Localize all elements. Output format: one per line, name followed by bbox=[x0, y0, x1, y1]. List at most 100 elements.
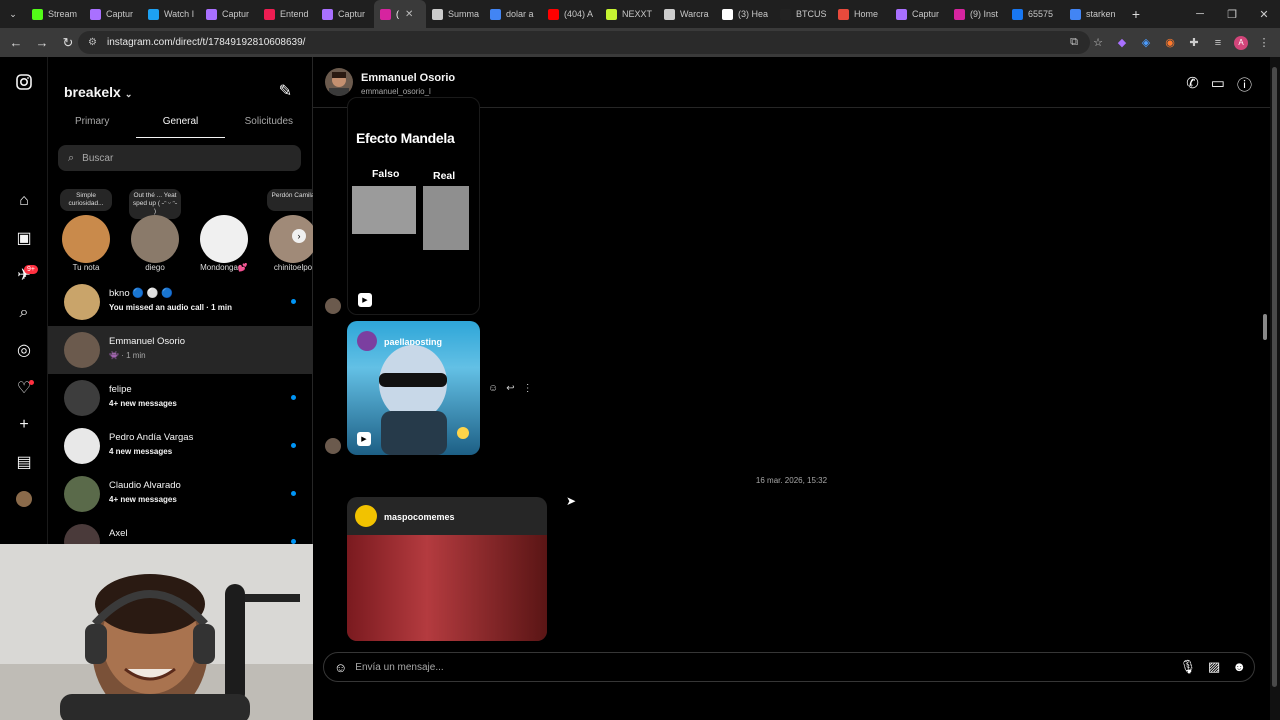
url-text: instagram.com/direct/t/17849192810608639… bbox=[106, 37, 306, 48]
browser-tab[interactable]: Entend bbox=[258, 0, 316, 28]
browser-tab[interactable]: NEXXT bbox=[600, 0, 658, 28]
conversation-preview: 4 new messages bbox=[109, 447, 173, 456]
account-switcher[interactable]: breakelx ⌄ bbox=[64, 84, 132, 100]
tab-label: Warcra bbox=[680, 9, 709, 19]
reply-icon[interactable]: ↩ bbox=[506, 383, 514, 394]
home-icon[interactable]: ⌂ bbox=[14, 191, 34, 211]
media-control-icon[interactable]: ≡ bbox=[1210, 35, 1226, 51]
browser-tab[interactable]: (3) Hea bbox=[716, 0, 774, 28]
shared-post-maspocomemes[interactable]: maspocomemes bbox=[347, 497, 547, 641]
message-input[interactable]: Envía un mensaje... bbox=[355, 662, 443, 673]
info-icon[interactable]: ⓘ bbox=[1237, 74, 1252, 95]
profile-avatar[interactable]: A bbox=[1234, 35, 1248, 50]
browser-tab[interactable]: dolar a bbox=[484, 0, 542, 28]
window-controls: ─ ❐ ✕ bbox=[1184, 0, 1280, 28]
browser-toolbar: ← → ↻ ⚙ instagram.com/direct/t/178491928… bbox=[0, 28, 1280, 57]
browser-tab[interactable]: BTCUS bbox=[774, 0, 832, 28]
post-owner-name: maspocomemes bbox=[384, 512, 455, 522]
tab-label: starken bbox=[1086, 9, 1116, 19]
reels-icon[interactable]: ▣ bbox=[14, 228, 34, 248]
browser-tab[interactable]: (404) A bbox=[542, 0, 600, 28]
instagram-logo-icon[interactable] bbox=[14, 72, 34, 92]
browser-tab[interactable]: Home bbox=[832, 0, 890, 28]
unread-dot bbox=[291, 299, 296, 304]
shared-reel-mandela[interactable]: Efecto Mandela Falso Real ▶ bbox=[347, 97, 480, 315]
contact-name[interactable]: Emmanuel Osorio bbox=[361, 72, 455, 84]
message-composer[interactable]: ☺ Envía un mensaje... 🎙 ▨ ☻ bbox=[323, 652, 1255, 682]
emoji-icon[interactable]: ☺ bbox=[334, 660, 347, 675]
sticker-icon[interactable]: ☻ bbox=[1232, 659, 1246, 675]
tab-search-icon[interactable]: ⌄ bbox=[4, 2, 22, 26]
browser-tab[interactable]: Captur bbox=[84, 0, 142, 28]
search-icon[interactable]: ⌕ bbox=[14, 303, 34, 323]
browser-tab[interactable]: Watch I bbox=[142, 0, 200, 28]
explore-icon[interactable]: ◎ bbox=[14, 340, 34, 360]
microphone-icon[interactable]: 🎙 bbox=[1180, 659, 1197, 675]
browser-tab[interactable]: Captur bbox=[200, 0, 258, 28]
phone-icon[interactable]: ✆ bbox=[1186, 74, 1199, 95]
minimize-icon[interactable]: ─ bbox=[1184, 0, 1216, 28]
more-options-icon[interactable]: ⋮ bbox=[523, 383, 533, 394]
tab-favicon-icon bbox=[90, 8, 101, 20]
install-icon[interactable]: ⧉ bbox=[1066, 35, 1082, 51]
tab-label: BTCUS bbox=[796, 9, 827, 19]
tab-favicon-icon bbox=[432, 8, 443, 20]
extension-blue-icon[interactable]: ◈ bbox=[1138, 35, 1154, 51]
extension-orange-icon[interactable]: ◉ bbox=[1162, 35, 1178, 51]
extension-purple-icon[interactable]: ◆ bbox=[1114, 35, 1130, 51]
note-name: Mondonga💕 bbox=[200, 263, 248, 272]
tab-label: (9) Inst bbox=[970, 9, 999, 19]
close-window-icon[interactable]: ✕ bbox=[1248, 0, 1280, 28]
post-image bbox=[347, 535, 547, 641]
conversation-item[interactable]: Emmanuel Osorio 👾 · 1 min bbox=[48, 326, 313, 374]
close-tab-icon[interactable]: ✕ bbox=[405, 9, 413, 20]
address-bar[interactable]: ⚙ instagram.com/direct/t/178491928106086… bbox=[78, 31, 1090, 54]
dashboard-icon[interactable]: ▤ bbox=[14, 452, 34, 472]
tab-requests[interactable]: Solicitudes bbox=[225, 112, 313, 138]
browser-tab[interactable]: Stream bbox=[26, 0, 84, 28]
tab-general[interactable]: General bbox=[136, 112, 225, 138]
new-tab-button[interactable]: + bbox=[1124, 2, 1148, 26]
maximize-icon[interactable]: ❐ bbox=[1216, 0, 1248, 28]
conversation-item[interactable]: Claudio Alvarado 4+ new messages bbox=[48, 470, 313, 518]
forward-icon[interactable]: → bbox=[30, 31, 54, 55]
browser-tab[interactable]: Captur bbox=[890, 0, 948, 28]
browser-tab[interactable]: starken bbox=[1064, 0, 1122, 28]
page-scrollbar[interactable] bbox=[1270, 57, 1280, 720]
browser-tab[interactable]: (9) Inst bbox=[948, 0, 1006, 28]
back-icon[interactable]: ← bbox=[4, 31, 28, 55]
image-icon[interactable]: ▨ bbox=[1208, 659, 1220, 675]
new-message-icon[interactable]: ✎ bbox=[279, 81, 292, 101]
conversation-preview: 👾 · 1 min bbox=[109, 351, 146, 360]
browser-tab[interactable]: Summa bbox=[426, 0, 484, 28]
bookmark-star-icon[interactable]: ☆ bbox=[1090, 35, 1106, 51]
browser-tab[interactable]: 65575 bbox=[1006, 0, 1064, 28]
tab-favicon-icon bbox=[780, 8, 791, 20]
conversation-item[interactable]: Pedro Andía Vargas 4 new messages bbox=[48, 422, 313, 470]
chat-scrollbar[interactable] bbox=[1261, 109, 1269, 639]
browser-menu-icon[interactable]: ⋮ bbox=[1256, 35, 1272, 51]
contact-avatar[interactable] bbox=[325, 68, 353, 96]
create-icon[interactable]: + bbox=[14, 415, 34, 435]
browser-tab[interactable]: Warcra bbox=[658, 0, 716, 28]
shared-reel-paellaposting[interactable]: paellaposting ▶ bbox=[347, 321, 480, 455]
site-info-icon[interactable]: ⚙ bbox=[88, 37, 97, 48]
conversation-item[interactable]: bkno 🔵 ⚪ 🔵 You missed an audio call · 1 m… bbox=[48, 278, 313, 326]
browser-tab[interactable]: (✕ bbox=[374, 0, 426, 28]
tab-list: Stream Captur Watch I Captur Entend Captur(✕ S… bbox=[26, 0, 1122, 28]
extensions-puzzle-icon[interactable]: ✚ bbox=[1186, 35, 1202, 51]
tab-primary[interactable]: Primary bbox=[48, 112, 136, 138]
browser-tab[interactable]: Captur bbox=[316, 0, 374, 28]
video-call-icon[interactable]: ▭ bbox=[1211, 74, 1225, 95]
conversation-item[interactable]: felipe 4+ new messages bbox=[48, 374, 313, 422]
reel-play-icon: ▶ bbox=[358, 293, 372, 307]
reload-icon[interactable]: ↻ bbox=[56, 31, 80, 55]
profile-icon[interactable] bbox=[14, 489, 34, 509]
tab-label: Captur bbox=[912, 9, 940, 19]
notes-next-icon[interactable]: › bbox=[292, 229, 306, 243]
tab-label: Captur bbox=[222, 9, 250, 19]
react-emoji-icon[interactable]: ☺ bbox=[488, 383, 498, 394]
composer-actions: 🎙 ▨ ☻ bbox=[1180, 659, 1247, 675]
search-input[interactable]: ⌕ Buscar bbox=[58, 145, 301, 171]
conversation-preview: You missed an audio call · 1 min bbox=[109, 303, 232, 312]
